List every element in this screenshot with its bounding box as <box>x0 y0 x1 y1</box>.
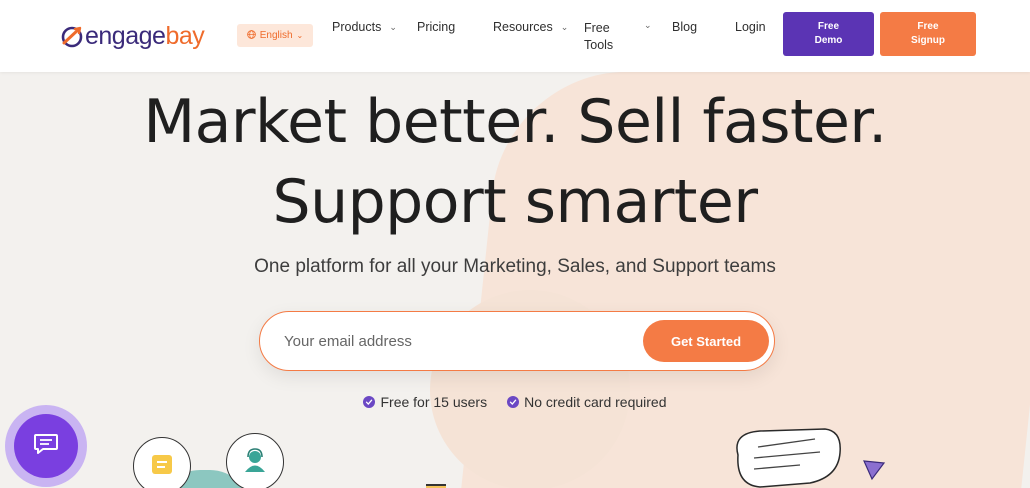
hero-subtitle: One platform for all your Marketing, Sal… <box>254 256 776 277</box>
illustration-shape <box>426 484 446 488</box>
speech-note-illustration <box>730 425 845 488</box>
nav-login-label: Login <box>735 20 766 34</box>
logo[interactable]: engagebay <box>60 20 205 52</box>
nav-products[interactable]: Products ⌄ <box>332 20 397 34</box>
hero-title-line2: Support smarter <box>272 167 758 237</box>
nav-free-tools-label: Free Tools <box>584 21 614 52</box>
chat-widget-inner <box>14 414 78 478</box>
nav-blog[interactable]: Blog <box>672 20 697 34</box>
chat-widget-button[interactable] <box>5 405 87 487</box>
benefits-list: Free for 15 users No credit card require… <box>0 394 1030 410</box>
get-started-button[interactable]: Get Started <box>643 320 769 362</box>
benefit-item: Free for 15 users <box>363 394 487 410</box>
free-demo-line1: Free <box>817 21 840 32</box>
language-selector[interactable]: English ⌄ <box>237 24 313 47</box>
support-icon-circle <box>226 433 284 488</box>
chevron-down-icon: ⌄ <box>560 21 569 32</box>
logo-text-engage: engage <box>85 21 166 50</box>
nav-products-label: Products <box>332 20 382 34</box>
hero-title: Market better. Sell faster. Support smar… <box>0 82 1030 242</box>
logo-text-bay: bay <box>165 21 205 50</box>
email-input[interactable] <box>284 326 644 356</box>
nav-blog-label: Blog <box>672 20 698 34</box>
note-icon <box>150 452 174 481</box>
nav-resources-label: Resources <box>493 20 553 34</box>
benefit-item: No credit card required <box>507 394 667 410</box>
nav-login[interactable]: Login <box>735 20 766 34</box>
benefit-text: Free for 15 users <box>380 394 488 410</box>
signup-form: Get Started <box>259 311 775 371</box>
language-label: English <box>259 30 293 41</box>
chevron-down-icon: ⌄ <box>389 21 397 32</box>
nav-resources[interactable]: Resources ⌄ <box>493 20 568 34</box>
nav-pricing-label: Pricing <box>417 20 456 34</box>
support-agent-icon <box>242 447 268 478</box>
hero-title-line1: Market better. Sell faster. <box>143 87 887 157</box>
free-signup-button[interactable]: Free Signup <box>880 12 976 56</box>
globe-icon <box>246 29 256 42</box>
benefit-text: No credit card required <box>524 394 667 410</box>
free-signup-line2: Signup <box>911 35 945 46</box>
logo-text: engagebay <box>85 21 205 51</box>
free-demo-button[interactable]: Free Demo <box>783 12 874 56</box>
note-icon-circle <box>133 437 191 488</box>
nav-free-tools[interactable]: Free Tools ⌄ <box>584 20 654 54</box>
triangle-icon <box>862 459 886 486</box>
free-demo-line2: Demo <box>814 35 843 46</box>
check-circle-icon <box>363 396 376 408</box>
chevron-down-icon: ⌄ <box>296 31 304 40</box>
site-header: engagebay English ⌄ Products ⌄ Pricing R… <box>0 0 1030 72</box>
free-signup-line1: Free <box>917 21 939 32</box>
check-circle-icon <box>507 396 520 408</box>
chat-icon <box>33 432 59 461</box>
nav-pricing[interactable]: Pricing <box>417 20 455 34</box>
logo-mark-icon <box>60 24 84 48</box>
chevron-down-icon: ⌄ <box>644 20 652 30</box>
